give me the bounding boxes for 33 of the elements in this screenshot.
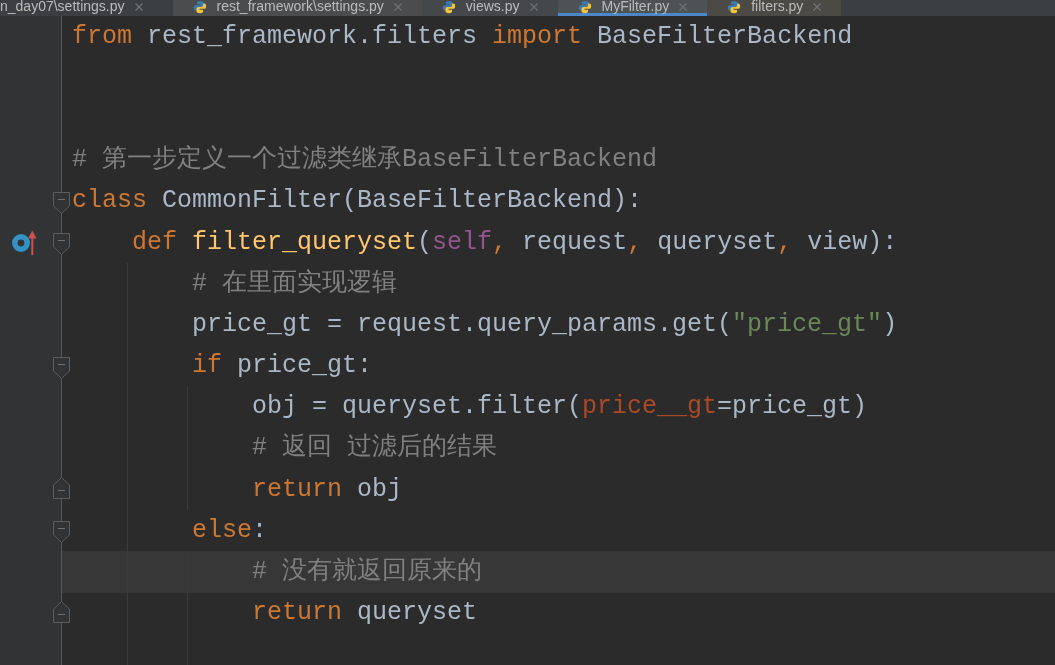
close-icon[interactable] xyxy=(813,2,822,11)
code-line: # 第一步定义一个过滤类继承BaseFilterBackend xyxy=(72,145,658,176)
fold-end-icon[interactable] xyxy=(53,600,70,623)
code-line: else: xyxy=(192,515,268,546)
code-line: from rest_framework.filters import BaseFilterBackend xyxy=(72,21,853,52)
code-line: # 在里面实现逻辑 xyxy=(192,268,397,299)
close-icon[interactable] xyxy=(529,2,538,11)
fold-toggle-icon[interactable] xyxy=(53,521,70,544)
python-file-icon xyxy=(727,0,742,14)
close-icon[interactable] xyxy=(134,2,143,11)
python-file-icon xyxy=(192,0,207,14)
python-file-icon xyxy=(577,0,592,14)
editor-tab[interactable]: rest_framework\settings.py xyxy=(172,0,422,16)
editor-tab[interactable]: views.py xyxy=(421,0,558,16)
code-line: return queryset xyxy=(252,598,478,629)
editor-tab[interactable]: MyFilter.py xyxy=(557,0,708,16)
editor-tab[interactable]: filters.py xyxy=(707,0,842,16)
code-line: # 返回 过滤后的结果 xyxy=(252,433,497,464)
code-line: obj = queryset.filter(price__gt=price_gt) xyxy=(252,392,868,423)
close-icon[interactable] xyxy=(679,2,688,11)
fold-toggle-icon[interactable] xyxy=(53,232,70,255)
code-line: class CommonFilter(BaseFilterBackend): xyxy=(72,186,643,217)
fold-toggle-icon[interactable] xyxy=(53,356,70,379)
code-line: if price_gt: xyxy=(192,351,373,382)
code-line: price_gt = request.query_params.get("price_gt") xyxy=(192,309,898,340)
python-file-icon xyxy=(441,0,456,14)
fold-toggle-icon[interactable] xyxy=(53,191,70,214)
close-icon[interactable] xyxy=(393,2,402,11)
code-line: def filter_queryset(self, request, queryset, view): xyxy=(132,227,898,258)
fold-end-icon[interactable] xyxy=(53,477,70,500)
code-line: # 没有就返回原来的 xyxy=(252,557,482,588)
circle-up-arrow-icon[interactable] xyxy=(12,229,38,256)
code-line: return obj xyxy=(252,474,403,505)
